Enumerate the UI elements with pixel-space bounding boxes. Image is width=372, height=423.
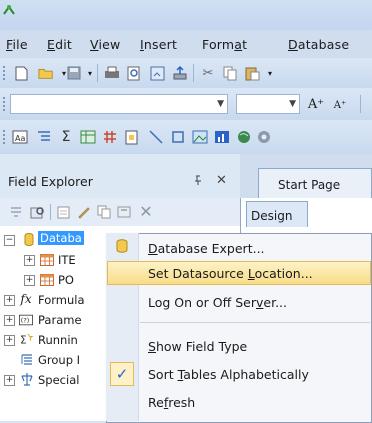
tree-item-label: Parame: [38, 313, 82, 327]
group-icon: [20, 353, 34, 367]
menu-format[interactable]: Format: [202, 37, 247, 52]
print-preview-icon[interactable]: [126, 65, 142, 81]
toolbar-separator: [50, 204, 51, 220]
tree-item-label: Group I: [38, 353, 81, 367]
tree-item-label: Special: [38, 373, 80, 387]
menu-database[interactable]: Database: [288, 37, 349, 52]
edit-field-icon[interactable]: [76, 204, 92, 220]
menu-view[interactable]: View: [90, 37, 120, 52]
save-dropdown-icon[interactable]: ▾: [82, 65, 98, 81]
insert-chart-icon[interactable]: [214, 129, 230, 145]
insert-box-icon[interactable]: [170, 129, 186, 145]
menu-edit[interactable]: Edit: [47, 37, 72, 52]
formula-icon: fx: [20, 292, 32, 306]
insert-summary-icon[interactable]: Σ: [58, 129, 74, 145]
tab-design-label: Design: [251, 209, 293, 223]
paste-icon[interactable]: [244, 65, 260, 81]
insert-crosstab-icon[interactable]: [80, 129, 96, 145]
font-size-combo[interactable]: ▼: [236, 94, 300, 114]
print-icon[interactable]: [104, 65, 120, 81]
tree-item-label: Databa: [38, 231, 84, 245]
toolbar-separator: [360, 95, 361, 113]
insert-picture-icon[interactable]: [192, 129, 208, 145]
tab-start-page-label: Start Page: [278, 178, 341, 192]
toolbar-grip[interactable]: [3, 97, 8, 111]
tree-item-label: ITE: [58, 253, 76, 267]
menu-item-set-datasource-location-label: Set Datasource Location...: [148, 266, 313, 281]
formatting-toolbar: ▼ ▼ A⁺ A⁺: [0, 88, 372, 121]
table-icon: [40, 273, 54, 287]
menu-item-sort-tables-alphabetically-label: Sort Tables Alphabetically: [148, 367, 309, 382]
expand-icon[interactable]: +: [4, 375, 15, 386]
copy-icon[interactable]: [222, 65, 238, 81]
cut-icon[interactable]: ✂: [200, 65, 216, 81]
svg-text:Aa: Aa: [15, 134, 25, 143]
app-icon: [3, 5, 15, 15]
menu-insert[interactable]: Insert: [140, 37, 177, 52]
pin-icon[interactable]: [193, 175, 203, 189]
menu-separator: [140, 322, 370, 323]
toolbar-grip[interactable]: [3, 66, 8, 80]
refresh-preview-icon[interactable]: [149, 65, 165, 81]
menu-item-show-field-type-label: Show Field Type: [148, 339, 248, 354]
expand-icon[interactable]: +: [4, 295, 15, 306]
insert-map-icon[interactable]: [236, 129, 252, 145]
toolbar-separator: [97, 64, 98, 82]
standard-toolbar: ▾ ▾ ✂ ▾: [0, 58, 372, 89]
special-fields-icon: [20, 372, 34, 386]
new-icon[interactable]: [13, 65, 29, 81]
insert-text-object-icon[interactable]: Aa: [12, 129, 28, 145]
duplicate-field-icon[interactable]: [96, 204, 112, 220]
close-icon[interactable]: ✕: [216, 173, 227, 188]
expand-icon[interactable]: +: [24, 255, 35, 266]
toolbar-grip[interactable]: [3, 130, 8, 144]
svg-text:Σ: Σ: [20, 334, 27, 346]
parameter-icon: (?): [19, 313, 33, 327]
browse-data-icon[interactable]: [30, 204, 46, 220]
field-explorer-title: Field Explorer: [8, 174, 93, 189]
title-bar: [0, 0, 372, 30]
chevron-down-icon: ▼: [289, 99, 296, 109]
menu-item-database-expert-label: Database Expert...: [148, 241, 265, 256]
menu-bar: File Edit View Insert Format Database: [0, 30, 372, 58]
insert-flash-icon[interactable]: [256, 129, 272, 145]
table-icon: [40, 253, 54, 267]
database-icon: [22, 232, 36, 246]
toolbar-separator: [193, 64, 194, 82]
decrease-font-button[interactable]: A⁺: [332, 97, 348, 113]
svg-text:(?): (?): [21, 317, 30, 325]
tree-item-label: PO: [58, 273, 74, 287]
running-total-icon: Σ: [20, 332, 34, 346]
increase-font-button[interactable]: A⁺: [308, 96, 324, 112]
insert-to-report-icon[interactable]: [8, 204, 24, 220]
tree-item-label: Runnin: [38, 333, 78, 347]
paste-dropdown-icon[interactable]: ▾: [262, 65, 278, 81]
export-icon[interactable]: [172, 65, 188, 81]
expand-icon[interactable]: +: [4, 315, 15, 326]
insert-toolbar: Aa Σ: [0, 120, 372, 155]
delete-icon[interactable]: ✕: [138, 202, 154, 221]
new-field-icon[interactable]: [56, 204, 72, 220]
menu-item-refresh-label: Refresh: [148, 395, 196, 410]
rename-field-icon[interactable]: [116, 204, 132, 220]
field-explorer-toolbar: ✕: [0, 198, 240, 226]
menu-item-refresh[interactable]: [107, 390, 371, 414]
expand-icon[interactable]: +: [24, 275, 35, 286]
insert-olap-icon[interactable]: [102, 129, 118, 145]
font-name-combo[interactable]: ▼: [10, 94, 228, 114]
insert-group-icon[interactable]: [36, 129, 52, 145]
save-icon[interactable]: [66, 65, 82, 81]
menu-file[interactable]: File: [6, 37, 28, 52]
chevron-down-icon: ▼: [217, 99, 224, 109]
insert-line-icon[interactable]: [148, 129, 164, 145]
insert-subreport-icon[interactable]: [124, 129, 140, 145]
tree-item-label: Formula: [38, 293, 85, 307]
expand-icon[interactable]: +: [4, 335, 15, 346]
open-icon[interactable]: [38, 65, 54, 81]
menu-item-log-on-off-server-label: Log On or Off Server...: [148, 295, 287, 310]
collapse-icon[interactable]: −: [4, 235, 15, 246]
